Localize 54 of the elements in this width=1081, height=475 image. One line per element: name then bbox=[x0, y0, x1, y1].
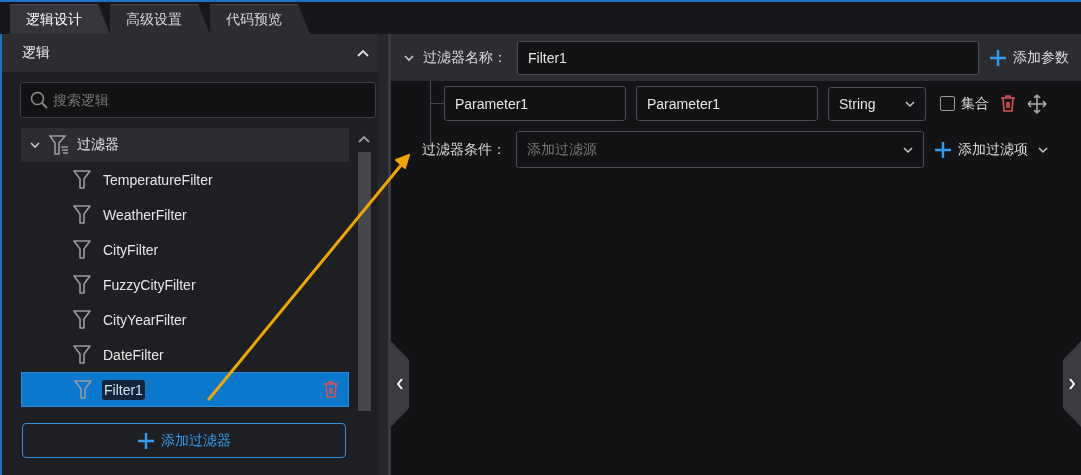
dropdown-icon bbox=[903, 144, 913, 155]
item-label: CityFilter bbox=[102, 240, 160, 260]
dropdown-icon[interactable] bbox=[1038, 144, 1048, 155]
chevron-icon bbox=[29, 139, 41, 151]
funnel-icon bbox=[73, 345, 91, 364]
funnel-icon bbox=[73, 240, 91, 259]
filter-group-icon bbox=[49, 135, 69, 155]
add-parameter-button[interactable]: 添加参数 bbox=[987, 48, 1071, 67]
item-label: WeatherFilter bbox=[102, 205, 188, 225]
funnel-icon bbox=[74, 380, 92, 399]
tree-item[interactable]: WeatherFilter bbox=[21, 197, 349, 232]
tab[interactable]: 高级设置 bbox=[110, 4, 210, 34]
tree-item[interactable]: CityYearFilter bbox=[21, 302, 349, 337]
filter-source-dropdown[interactable]: 添加过滤源 bbox=[516, 131, 924, 168]
funnel-icon bbox=[73, 170, 91, 189]
funnel-icon bbox=[73, 310, 91, 329]
funnel-icon bbox=[73, 275, 91, 294]
tree-item[interactable]: FuzzyCityFilter bbox=[21, 267, 349, 302]
collection-checkbox[interactable]: 集合 bbox=[940, 94, 989, 113]
scrollbar-thumb[interactable] bbox=[357, 152, 371, 411]
search-field[interactable]: 搜索逻辑 bbox=[20, 82, 376, 118]
plus-icon bbox=[934, 140, 952, 159]
item-label: DateFilter bbox=[102, 345, 165, 365]
tree-item[interactable]: TemperatureFilter bbox=[21, 162, 349, 197]
field-label: 过滤器条件： bbox=[422, 140, 506, 159]
tree-group-row[interactable]: 过滤器 bbox=[21, 128, 349, 162]
add-filter-item-button[interactable]: 添加过滤项 bbox=[932, 140, 1030, 159]
name-field[interactable]: Filter1 bbox=[517, 40, 979, 75]
scroll-up-icon[interactable] bbox=[357, 134, 371, 144]
plus-icon bbox=[989, 48, 1007, 67]
tree-label: 过滤器 bbox=[77, 136, 119, 154]
tree-item[interactable]: CityFilter bbox=[21, 232, 349, 267]
tab[interactable]: 逻辑设计 bbox=[10, 4, 110, 34]
item-label: FuzzyCityFilter bbox=[102, 275, 197, 295]
tab[interactable]: 代码预览 bbox=[210, 4, 310, 34]
type-dropdown[interactable]: String bbox=[828, 86, 926, 121]
move-icon[interactable] bbox=[1027, 93, 1047, 114]
tree-item[interactable]: DateFilter bbox=[21, 337, 349, 372]
item-label: TemperatureFilter bbox=[102, 170, 214, 190]
field-label: 过滤器名称： bbox=[423, 48, 507, 67]
checkbox-icon[interactable] bbox=[940, 96, 955, 111]
parameter-display-field[interactable]: Parameter1 bbox=[636, 86, 818, 121]
rename-field[interactable]: Filter1 bbox=[102, 379, 145, 400]
item-label: CityYearFilter bbox=[102, 310, 188, 330]
funnel-icon bbox=[73, 205, 91, 224]
collapse-icon[interactable] bbox=[356, 47, 370, 59]
panel-title: 逻辑 bbox=[22, 44, 50, 62]
add-filter-button[interactable]: 添加过滤器 bbox=[22, 423, 346, 458]
delete-icon[interactable] bbox=[999, 94, 1017, 113]
parameter-name-field[interactable]: Parameter1 bbox=[444, 86, 626, 121]
tree-item[interactable]: Filter1 bbox=[21, 372, 349, 407]
dropdown-icon bbox=[905, 98, 915, 109]
search-icon bbox=[30, 91, 48, 109]
plus-icon bbox=[137, 431, 155, 450]
